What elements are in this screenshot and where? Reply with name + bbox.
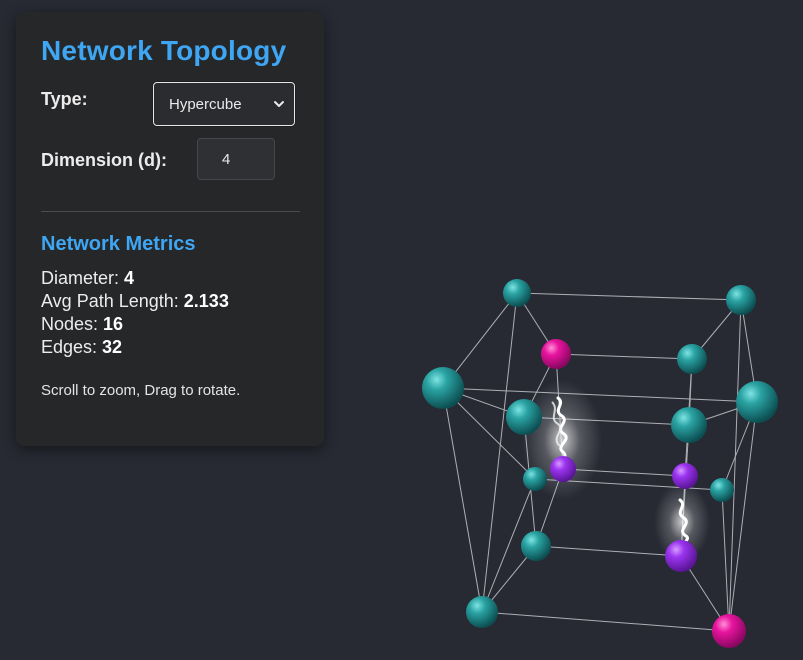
node[interactable] [506,399,542,435]
metric-value: 16 [103,314,124,334]
node[interactable] [466,596,498,628]
edge [555,353,693,360]
edge-group [442,292,758,632]
control-panel: Network Topology Type: Hypercube Dimensi… [16,12,324,446]
interaction-hint: Scroll to zoom, Drag to rotate. [41,382,241,399]
chevron-down-icon [274,101,284,107]
dimension-row: Dimension (d): 4 [41,138,300,181]
metric-nodes: Nodes: 16 [41,313,300,336]
metric-label: Diameter: [41,268,125,288]
metric-label: Edges: [41,337,103,357]
edge [535,545,682,557]
node[interactable] [671,407,707,443]
node[interactable] [521,531,551,561]
edge [721,489,730,632]
topology-type-select[interactable]: Hypercube [153,82,295,126]
panel-title: Network Topology [41,35,287,66]
edge [442,387,758,403]
metrics-title: Network Metrics [41,233,196,255]
edge [481,611,730,632]
node[interactable] [672,463,698,489]
node[interactable] [726,285,756,315]
node-group[interactable] [422,279,778,648]
metric-label: Avg Path Length: [41,291,184,311]
metric-diameter: Diameter: 4 [41,267,300,290]
edge [516,292,742,301]
edge [481,292,518,613]
metric-value: 4 [124,268,135,288]
node[interactable] [523,467,547,491]
type-label: Type: [41,88,88,109]
edge [442,387,483,613]
node[interactable] [665,540,697,572]
node[interactable] [710,478,734,502]
type-row: Type: Hypercube [41,81,300,127]
metric-edges: Edges: 32 [41,336,300,359]
metric-label: Nodes: [41,314,104,334]
dimension-input[interactable]: 4 [197,138,275,180]
topology-type-value: Hypercube [169,95,242,113]
node[interactable] [677,344,707,374]
node[interactable] [541,339,571,369]
node[interactable] [550,456,576,482]
dimension-label: Dimension (d): [41,149,167,170]
node[interactable] [712,614,746,648]
node[interactable] [422,367,464,409]
metric-value: 32 [102,337,123,357]
metrics-list: Diameter: 4 Avg Path Length: 2.133 Nodes… [41,267,300,359]
node[interactable] [503,279,531,307]
node[interactable] [736,381,778,423]
divider [41,211,300,212]
metric-value: 2.133 [183,291,229,311]
metric-avg-path-length: Avg Path Length: 2.133 [41,290,300,313]
